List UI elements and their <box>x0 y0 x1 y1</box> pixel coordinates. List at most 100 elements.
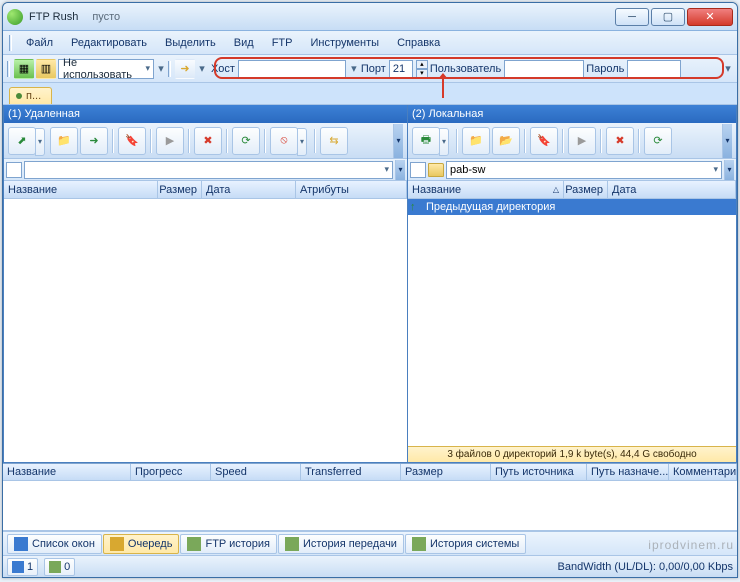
pass-input[interactable] <box>627 60 681 78</box>
connection-toolbar: ▦ ▥ Не использовать ▾ ➜ ▾ Хост ▾ Порт ▴▾… <box>3 55 737 83</box>
remote-path-input[interactable] <box>24 161 393 179</box>
local-up-button[interactable]: 📂 <box>492 127 520 155</box>
local-path-input[interactable]: pab-sw <box>446 161 722 179</box>
local-pane-title: (2) Локальная <box>408 105 736 123</box>
status-transfers: 0 <box>44 558 75 576</box>
local-toolbar-overflow[interactable]: ▾ <box>722 124 732 158</box>
bottom-tabs: Список окон Очередь FTP история История … <box>3 531 737 555</box>
tab-ftp-history[interactable]: FTP история <box>180 534 277 554</box>
status-connections: 1 <box>7 558 38 576</box>
list-item-label: Предыдущая директория <box>426 201 555 213</box>
proxy-mode-value: Не использовать <box>63 57 139 81</box>
local-folder-icon <box>428 163 444 177</box>
host-history-dropdown[interactable]: ▾ <box>349 59 359 79</box>
remote-refresh-button[interactable]: ⟳ <box>232 127 260 155</box>
remote-pathbar-overflow[interactable]: ▾ <box>395 160 405 180</box>
user-input[interactable] <box>504 60 584 78</box>
queue-col-srcpath[interactable]: Путь источника <box>491 464 587 480</box>
local-list[interactable]: Предыдущая директория <box>408 199 736 446</box>
local-col-date[interactable]: Дата <box>608 181 736 198</box>
connect-icon[interactable]: ➜ <box>175 59 195 79</box>
local-transfer-button[interactable]: 🖶▾ <box>412 127 440 155</box>
queue-col-size[interactable]: Размер <box>401 464 491 480</box>
tab-window-list[interactable]: Список окон <box>7 534 102 554</box>
close-button[interactable]: ✕ <box>687 8 733 26</box>
remote-pathbar: ▾ <box>4 159 407 181</box>
up-arrow-icon <box>410 201 422 213</box>
tab-queue[interactable]: Очередь <box>103 534 180 554</box>
queue-col-name[interactable]: Название <box>3 464 131 480</box>
list-item-parent[interactable]: Предыдущая директория <box>408 199 736 215</box>
local-pathbar-overflow[interactable]: ▾ <box>724 160 734 180</box>
queue-columns: Название Прогресс Speed Transferred Разм… <box>3 463 737 481</box>
remote-newfolder-button[interactable]: 📁 <box>50 127 78 155</box>
local-newfolder-button[interactable]: 📁 <box>462 127 490 155</box>
connection-tab[interactable]: п... <box>9 87 52 104</box>
local-refresh-button[interactable]: ⟳ <box>644 127 672 155</box>
local-col-name[interactable]: Название△ <box>408 181 564 198</box>
remote-stop-button[interactable]: ⦸▾ <box>270 127 298 155</box>
port-spinner[interactable]: ▴▾ <box>416 60 428 78</box>
queue-col-transferred[interactable]: Transferred <box>301 464 401 480</box>
local-drive-icon[interactable] <box>410 162 426 178</box>
port-input[interactable] <box>389 60 413 78</box>
local-col-size[interactable]: Размер <box>564 181 608 198</box>
local-path-value: pab-sw <box>450 164 485 176</box>
remote-go-button[interactable]: ➜ <box>80 127 108 155</box>
remote-transfer-button[interactable]: ⬈▾ <box>8 127 36 155</box>
quickconnect-icon[interactable]: ▥ <box>36 59 56 79</box>
remote-columns: Название Размер Дата Атрибуты <box>4 181 407 199</box>
queue-col-speed[interactable]: Speed <box>211 464 301 480</box>
host-label: Хост <box>211 63 235 75</box>
app-subtitle: пусто <box>92 11 120 23</box>
proxy-mode-dropdown[interactable]: ▾ <box>156 59 166 79</box>
minimize-button[interactable]: ─ <box>615 8 649 26</box>
maximize-button[interactable]: ▢ <box>651 8 685 26</box>
queue-col-progress[interactable]: Прогресс <box>131 464 211 480</box>
remote-col-size[interactable]: Размер <box>158 181 202 198</box>
menu-select[interactable]: Выделить <box>157 34 224 52</box>
connection-tabs: п... <box>3 83 737 105</box>
menu-view[interactable]: Вид <box>226 34 262 52</box>
host-input[interactable] <box>238 60 346 78</box>
remote-list[interactable] <box>4 199 407 462</box>
connection-tab-label: п... <box>26 90 41 102</box>
local-columns: Название△ Размер Дата <box>408 181 736 199</box>
statusbar: 1 0 BandWidth (UL/DL): 0,00/0,00 Kbps <box>3 555 737 577</box>
queue-list[interactable] <box>3 481 737 531</box>
local-play-button[interactable]: ▶ <box>568 127 596 155</box>
titlebar: FTP Rush пусто ─ ▢ ✕ <box>3 3 737 31</box>
app-title: FTP Rush <box>29 11 78 23</box>
local-delete-button[interactable]: ✖ <box>606 127 634 155</box>
remote-delete-button[interactable]: ✖ <box>194 127 222 155</box>
pass-label: Пароль <box>586 63 624 75</box>
remote-col-name[interactable]: Название <box>4 181 158 198</box>
connection-status-icon <box>16 93 22 99</box>
remote-mirror-button[interactable]: ⇆ <box>320 127 348 155</box>
remote-play-button[interactable]: ▶ <box>156 127 184 155</box>
remote-col-attr[interactable]: Атрибуты <box>296 181 407 198</box>
remote-pane: (1) Удаленная ⬈▾ 📁 ➜ 🔖 ▶ ✖ ⟳ ⦸▾ ⇆ ▾ <box>3 105 407 463</box>
remote-drive-icon[interactable] <box>6 162 22 178</box>
menu-tools[interactable]: Инструменты <box>302 34 387 52</box>
menu-help[interactable]: Справка <box>389 34 448 52</box>
remote-bookmark-button[interactable]: 🔖 <box>118 127 146 155</box>
proxy-mode-combo[interactable]: Не использовать <box>58 59 154 79</box>
sitemanager-icon[interactable]: ▦ <box>14 59 34 79</box>
menu-ftp[interactable]: FTP <box>264 34 301 52</box>
tab-system-history[interactable]: История системы <box>405 534 526 554</box>
remote-toolbar-overflow[interactable]: ▾ <box>393 124 403 158</box>
local-pathbar: pab-sw ▾ <box>408 159 736 181</box>
menubar: Файл Редактировать Выделить Вид FTP Инст… <box>3 31 737 55</box>
remote-col-date[interactable]: Дата <box>202 181 296 198</box>
remote-pane-title: (1) Удаленная <box>4 105 407 123</box>
menu-edit[interactable]: Редактировать <box>63 34 155 52</box>
queue-col-comment[interactable]: Комментарий <box>669 464 737 480</box>
local-bookmark-button[interactable]: 🔖 <box>530 127 558 155</box>
tab-transfer-history[interactable]: История передачи <box>278 534 404 554</box>
annotation-arrow <box>442 74 444 98</box>
toolbar-overflow[interactable]: ▾ <box>723 59 733 79</box>
queue-col-dstpath[interactable]: Путь назначе... <box>587 464 669 480</box>
connect-dropdown[interactable]: ▾ <box>197 59 207 79</box>
menu-file[interactable]: Файл <box>18 34 61 52</box>
